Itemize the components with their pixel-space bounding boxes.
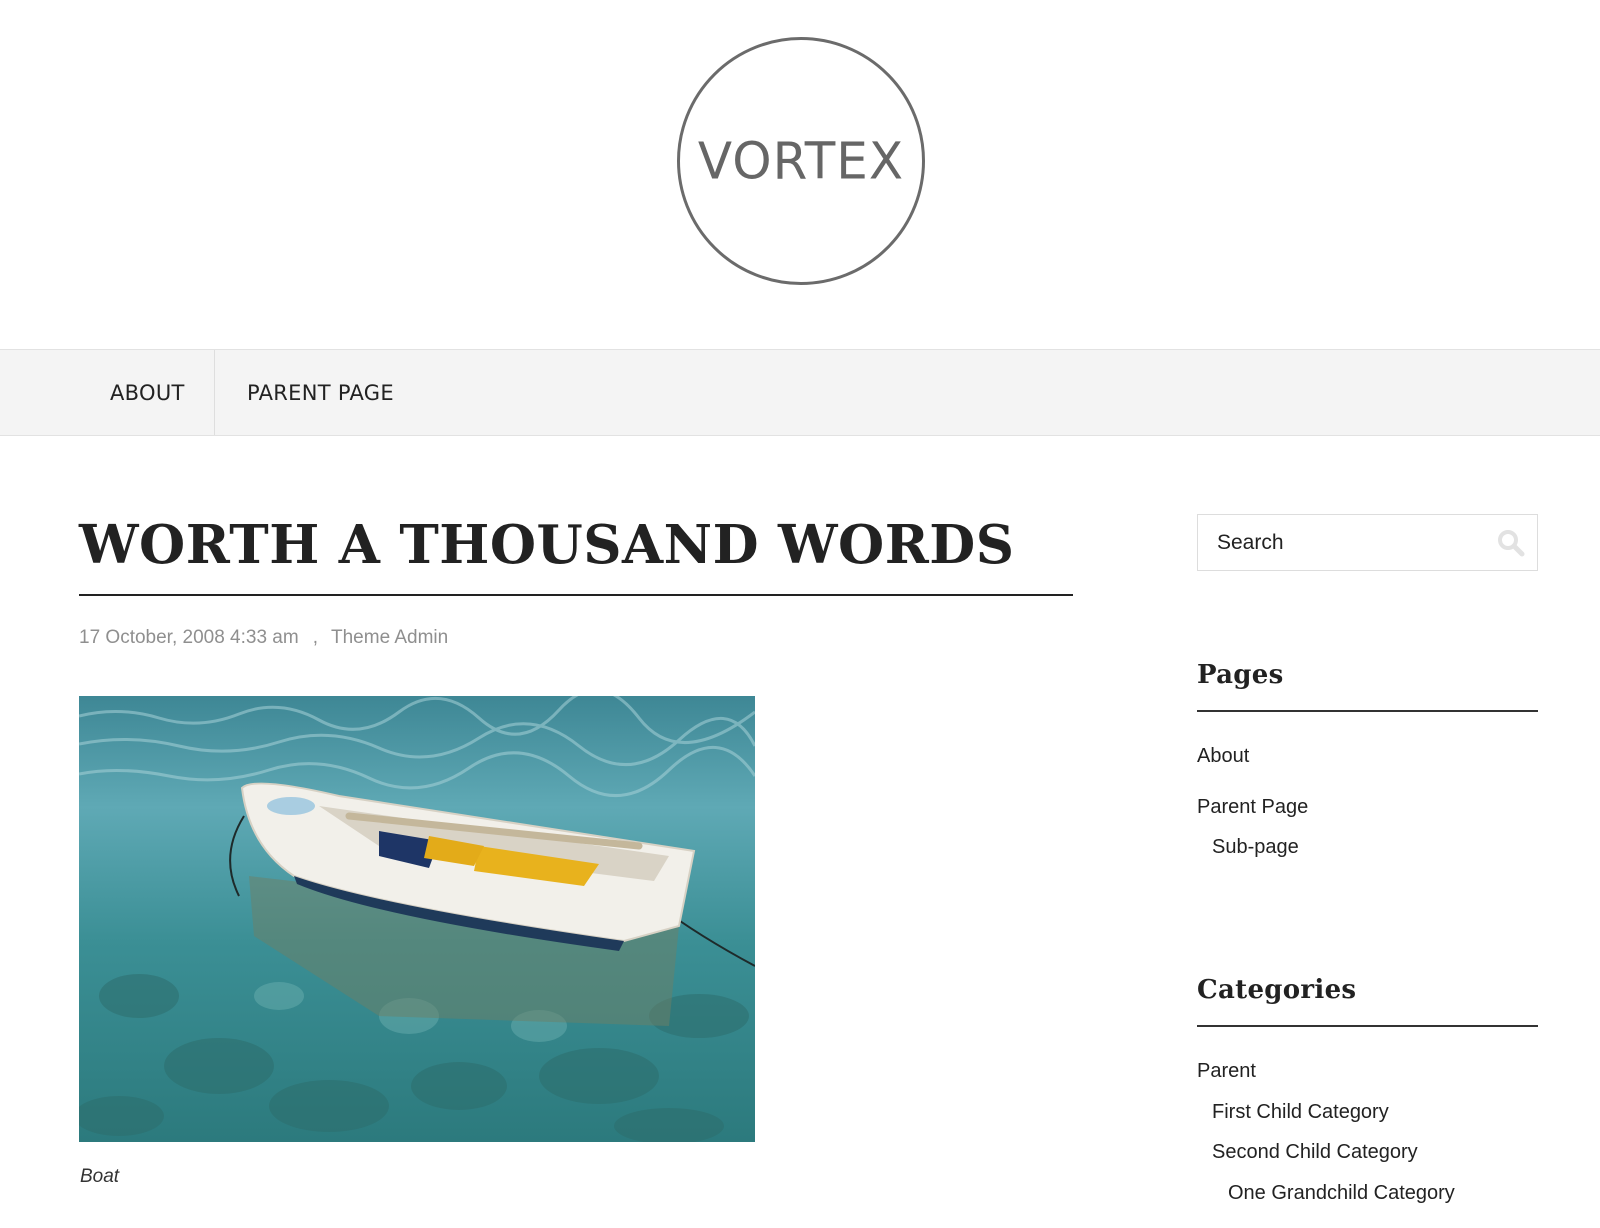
search-form — [1197, 514, 1538, 571]
sidebar-page-about[interactable]: About — [1197, 745, 1249, 768]
categories-widget-title: Categories — [1197, 975, 1357, 1005]
post-image-boat[interactable] — [79, 696, 755, 1142]
search-input[interactable] — [1198, 515, 1488, 570]
site-logo[interactable]: VORTEX — [677, 37, 925, 285]
post-meta: 17 October, 2008 4:33 am, Theme Admin — [79, 627, 448, 649]
title-divider — [79, 594, 1073, 596]
post-author[interactable]: Theme Admin — [331, 627, 448, 648]
post-title[interactable]: WORTH A THOUSAND WORDS — [79, 510, 1073, 580]
sidebar-category-second-child[interactable]: Second Child Category — [1212, 1141, 1418, 1164]
sidebar-page-sub-page[interactable]: Sub-page — [1212, 836, 1299, 859]
categories-widget-divider — [1197, 1025, 1538, 1027]
nav-item-about[interactable]: ABOUT — [110, 350, 185, 435]
site-header: VORTEX — [0, 0, 1600, 350]
post-date[interactable]: 17 October, 2008 4:33 am — [79, 627, 299, 648]
image-caption: Boat — [80, 1166, 120, 1187]
meta-separator: , — [312, 627, 318, 648]
sidebar-category-grandchild[interactable]: One Grandchild Category — [1228, 1182, 1455, 1205]
nav-item-parent-page[interactable]: PARENT PAGE — [247, 350, 394, 435]
search-icon[interactable] — [1497, 529, 1525, 557]
pages-widget-title: Pages — [1197, 660, 1284, 690]
sidebar-category-first-child[interactable]: First Child Category — [1212, 1101, 1389, 1124]
nav-divider — [214, 350, 215, 435]
logo-text: VORTEX — [697, 131, 905, 191]
sidebar-page-parent-page[interactable]: Parent Page — [1197, 796, 1308, 819]
main-navigation: ABOUT PARENT PAGE — [0, 349, 1600, 436]
pages-widget-divider — [1197, 710, 1538, 712]
sidebar-category-parent[interactable]: Parent — [1197, 1060, 1256, 1083]
